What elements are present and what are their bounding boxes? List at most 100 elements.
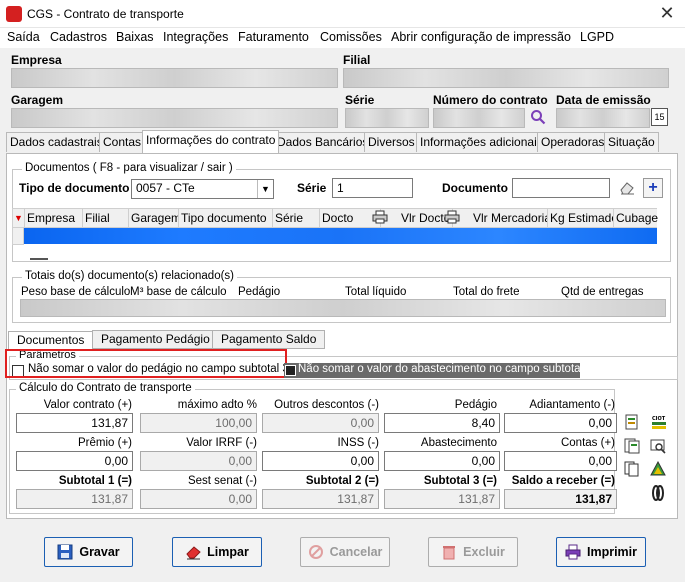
menu-cadastros[interactable]: Cadastros (50, 28, 107, 46)
col-cubagem[interactable]: Cubagem (614, 209, 658, 229)
tab-dados-bancarios[interactable]: Dados Bancários (273, 132, 373, 152)
filial-label: Filial (343, 53, 371, 67)
adiantamento-input[interactable]: 0,00 (504, 413, 617, 433)
serie-label: Série (345, 93, 375, 107)
serie-doc-input[interactable]: 1 (332, 178, 413, 198)
menu-faturamento[interactable]: Faturamento (238, 28, 309, 46)
tipo-documento-select[interactable]: 0057 - CTe ▼ (131, 179, 274, 199)
menu-saida[interactable]: Saída (7, 28, 40, 46)
outros-descontos-input: 0,00 (262, 413, 379, 433)
tab-informacoes-contrato[interactable]: Informações do contrato (142, 130, 280, 153)
subtotal2-input: 131,87 (262, 489, 379, 509)
subtab-pagamento-saldo[interactable]: Pagamento Saldo (212, 330, 326, 349)
abastecimento-input[interactable]: 0,00 (384, 451, 500, 471)
saldo-receber-input: 131,87 (504, 489, 617, 509)
plus-icon: + (648, 179, 658, 196)
col-kg-estimado[interactable]: Kg Estimado (548, 209, 614, 229)
valor-irrf-input: 0,00 (140, 451, 257, 471)
sest-senat-input: 0,00 (140, 489, 257, 509)
tab-dados-cadastrais[interactable]: Dados cadastrais (6, 132, 107, 152)
delete-button[interactable]: Excluir (428, 537, 518, 567)
col-filial[interactable]: Filial (83, 209, 129, 229)
menu-baixas[interactable]: Baixas (116, 28, 154, 46)
menu-integracoes[interactable]: Integrações (163, 28, 228, 46)
clear-button[interactable]: Limpar (172, 537, 262, 567)
floppy-icon (57, 544, 73, 560)
triangle-chart-icon[interactable] (650, 461, 666, 477)
data-emissao-field[interactable] (556, 108, 650, 128)
peso-base-label: Peso base de cálculo (21, 286, 131, 298)
documento-input[interactable] (512, 178, 610, 198)
serie-field[interactable] (345, 108, 429, 128)
tab-operadoras[interactable]: Operadoras (537, 132, 609, 152)
add-document-button[interactable]: + (643, 178, 663, 198)
close-icon[interactable]: ✕ (655, 2, 679, 24)
eraser-icon[interactable] (618, 180, 636, 196)
maximo-adto-input: 100,00 (140, 413, 257, 433)
tipo-documento-value: 0057 - CTe (136, 181, 195, 195)
totais-values (20, 299, 666, 317)
valor-contrato-input[interactable]: 131,87 (16, 413, 133, 433)
contas-label: Contas (+) (560, 437, 615, 449)
window-title: CGS - Contrato de transporte (27, 7, 184, 21)
premio-input[interactable]: 0,00 (16, 451, 133, 471)
scrollbar[interactable] (30, 258, 48, 260)
col-tipo-documento[interactable]: Tipo documento (179, 209, 273, 229)
col-garagem[interactable]: Garagem (129, 209, 179, 229)
inss-input[interactable]: 0,00 (262, 451, 379, 471)
contas-input[interactable]: 0,00 (504, 451, 617, 471)
pedagio-input[interactable]: 8,40 (384, 413, 500, 433)
row-indicator (12, 227, 24, 245)
tab-situacao[interactable]: Situação (604, 132, 659, 152)
delete-button-label: Excluir (463, 545, 505, 559)
menu-comissoes[interactable]: Comissões (320, 28, 382, 46)
col-empresa[interactable]: Empresa (25, 209, 83, 229)
valor-irrf-label: Valor IRRF (-) (186, 437, 257, 449)
subtotal1-label: Subtotal 1 (=) (58, 475, 132, 487)
chevron-down-icon: ▼ (257, 180, 273, 198)
subtotal3-label: Subtotal 3 (=) (423, 475, 497, 487)
total-frete-label: Total do frete (453, 286, 520, 298)
pedagio-total-label: Pedágio (238, 286, 281, 298)
tire-icon[interactable] (650, 485, 666, 501)
menu-abrir-configuracao[interactable]: Abrir configuração de impressão (391, 28, 571, 46)
print-button[interactable]: Imprimir (556, 537, 646, 567)
tab-contas[interactable]: Contas (99, 132, 146, 152)
svg-text:CIOT: CIOT (652, 416, 666, 422)
subtab-documentos[interactable]: Documentos (8, 331, 94, 350)
filial-field[interactable] (343, 68, 669, 88)
search-window-icon[interactable] (650, 438, 666, 454)
main-tabs: Dados cadastrais Contas Informações do c… (6, 130, 678, 154)
document-calc-icon[interactable] (624, 414, 640, 430)
documentos-group-title: Documentos ( F8 - para visualizar / sair… (22, 162, 236, 174)
abastecimento-label: Abastecimento (420, 437, 497, 449)
col-serie[interactable]: Série (273, 209, 320, 229)
garagem-field[interactable] (11, 108, 338, 128)
save-button-label: Gravar (79, 545, 120, 559)
documento-label: Documento (442, 181, 508, 195)
empresa-field[interactable] (11, 68, 338, 88)
sest-senat-label: Sest senat (-) (187, 475, 257, 487)
nao-somar-abastecimento-checkbox[interactable] (285, 365, 296, 376)
trash-icon (443, 546, 456, 560)
calendar-icon[interactable]: 15 (651, 108, 668, 126)
tab-informacoes-adicionais[interactable]: Informações adicionais (416, 132, 547, 152)
maximo-adto-label: máximo adto % (177, 399, 257, 411)
document-list-icon[interactable] (624, 438, 640, 454)
adiantamento-label: Adiantamento (-) (529, 399, 615, 411)
menu-lgpd[interactable]: LGPD (580, 28, 614, 46)
copy-pages-icon[interactable] (624, 461, 640, 477)
save-button[interactable]: Gravar (44, 537, 133, 567)
col-vlr-docto[interactable]: Vlr Docto (381, 209, 453, 229)
col-vlr-mercadoria[interactable]: Vlr Mercadoria (453, 209, 548, 229)
numero-contrato-field[interactable] (433, 108, 525, 128)
ciot-icon[interactable]: CIOT (650, 414, 666, 430)
search-icon[interactable] (530, 109, 546, 125)
sort-arrow-icon: ▼ (13, 209, 25, 229)
tab-diversos[interactable]: Diversos (364, 132, 419, 152)
table-row[interactable] (24, 228, 657, 244)
cancel-icon (308, 545, 323, 559)
cancel-button[interactable]: Cancelar (300, 537, 390, 567)
documents-grid-header: ▼ Empresa Filial Garagem Tipo documento … (12, 208, 658, 229)
subtab-pagamento-pedagio[interactable]: Pagamento Pedágio (92, 330, 219, 349)
